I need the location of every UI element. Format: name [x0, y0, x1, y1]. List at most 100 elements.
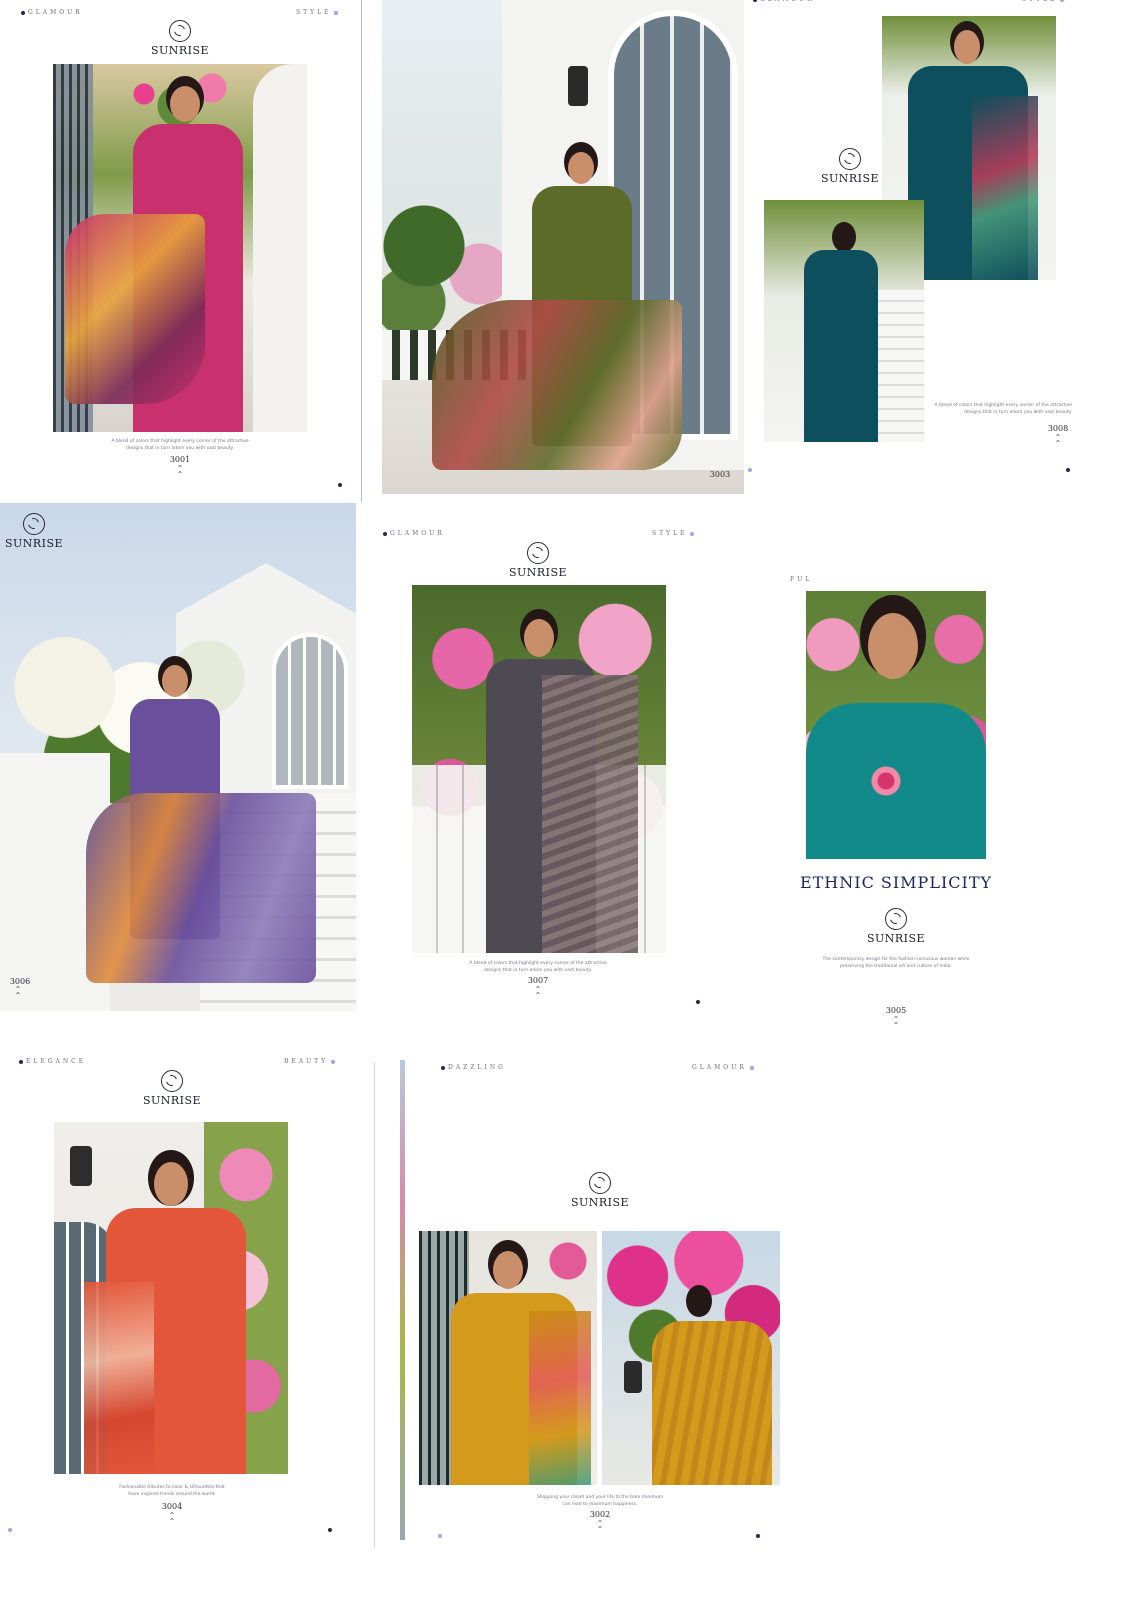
- product-caption: The contemporary design for the fashion …: [796, 956, 996, 970]
- double-chevron-up-icon: ⌃ ⌃: [892, 1015, 900, 1030]
- corner-dot: [756, 1534, 760, 1538]
- product-photo-3001[interactable]: [53, 64, 307, 432]
- double-chevron-up-icon: ⌃ ⌃: [168, 1511, 176, 1526]
- product-photo-3008-back[interactable]: [764, 200, 924, 442]
- sunrise-logo-icon: [589, 1172, 611, 1194]
- sunrise-logo: SUNRISE: [856, 908, 936, 945]
- sunrise-logo: SUNRISE: [140, 20, 220, 57]
- double-chevron-up-icon: ⌃ ⌃: [14, 985, 22, 1000]
- catalog-page-3007: GLAMOUR STYLE SUNRISE A blend of colors …: [380, 520, 720, 1020]
- tag-text: GLAMOUR: [760, 0, 815, 3]
- embroidery-motif: [866, 761, 906, 801]
- catalog-page-3008: GLAMOUR STYLE SUNRISE A blend of colors …: [746, 0, 1086, 494]
- bullet-dot: [331, 1059, 336, 1064]
- product-photo-3002-back[interactable]: [602, 1231, 780, 1485]
- tag-text: GLAMOUR: [390, 530, 445, 537]
- double-chevron-up-icon: ⌃ ⌃: [596, 1519, 604, 1534]
- product-photo-3005[interactable]: [806, 591, 986, 859]
- product-photo-3007[interactable]: [412, 585, 666, 953]
- product-photo-3003[interactable]: [382, 0, 744, 494]
- sunrise-logo-icon: [169, 20, 191, 42]
- dupatta: [65, 214, 205, 404]
- bullet-dot: [749, 1065, 754, 1070]
- sunrise-logo-icon: [161, 1070, 183, 1092]
- product-photo-3004[interactable]: [54, 1122, 288, 1474]
- caption-line: preserving the traditional art and cultu…: [840, 964, 952, 969]
- double-chevron-up-icon: ⌃ ⌃: [176, 464, 184, 479]
- dupatta: [972, 96, 1038, 280]
- tag-dazzling: DAZZLING: [438, 1064, 506, 1071]
- brand-name: SUNRISE: [150, 44, 210, 57]
- catalog-page-3003: 3003: [382, 0, 744, 494]
- model-outfit: [804, 250, 878, 442]
- dupatta: [432, 300, 682, 470]
- dupatta: [652, 1321, 772, 1485]
- tag-glamour: GLAMOUR: [692, 1064, 757, 1071]
- caption-line: Fashionable tributes to color & silhouet…: [119, 1485, 225, 1490]
- caption-line: The contemporary design for the fashion …: [822, 957, 970, 962]
- tag-glamour: GLAMOUR: [380, 530, 445, 537]
- sunrise-logo: SUNRISE: [0, 513, 74, 550]
- product-caption: Shopping your closet and your life to th…: [500, 1494, 700, 1508]
- tag-elegance: ELEGANCE: [16, 1058, 86, 1065]
- bullet-dot: [21, 10, 25, 15]
- catalog-page-3004: ELEGANCE BEAUTY SUNRISE Fashionable trib…: [0, 1050, 362, 1550]
- dupatta: [529, 1311, 591, 1485]
- bleed-strip: [400, 1060, 405, 1540]
- model-head: [568, 152, 594, 184]
- sunrise-logo: SUNRISE: [810, 148, 890, 185]
- corner-dot: [696, 1000, 700, 1004]
- tag-text: STYLE: [1022, 0, 1057, 3]
- caption-line: A blend of colors that highlight every c…: [111, 439, 249, 444]
- bullet-dot: [690, 531, 695, 536]
- model-head: [954, 30, 980, 64]
- product-photo-3002-front[interactable]: [419, 1231, 597, 1485]
- model-head: [170, 86, 200, 122]
- lamp: [568, 66, 588, 106]
- tag-text: DAZZLING: [448, 1064, 506, 1071]
- brand-name: SUNRISE: [4, 537, 64, 550]
- sunrise-logo: SUNRISE: [498, 542, 578, 579]
- arched-window: [272, 633, 348, 789]
- sunrise-logo: SUNRISE: [560, 1172, 640, 1209]
- ethnic-simplicity-title: ETHNIC SIMPLICITY: [799, 873, 993, 892]
- double-chevron-up-icon: ⌃ ⌃: [1054, 433, 1062, 448]
- catalog-page-3001: GLAMOUR STYLE SUNRISE A blend of colors …: [0, 0, 362, 502]
- caption-line: designs that in turn adorn you with vast…: [964, 410, 1072, 415]
- dupatta: [84, 1282, 154, 1474]
- catalog-page-3006: SUNRISE 3006 ⌃ ⌃: [0, 503, 356, 1011]
- bullet-dot: [1060, 0, 1065, 2]
- model-head: [686, 1285, 712, 1317]
- product-caption: A blend of colors that highlight every c…: [438, 960, 638, 974]
- caption-line: A blend of colors that highlight every c…: [934, 403, 1072, 408]
- brand-name: SUNRISE: [820, 172, 880, 185]
- bullet-dot: [383, 531, 387, 536]
- catalog-page-3002: DAZZLING GLAMOUR SUNRISE Shopping your c…: [400, 1060, 780, 1550]
- caption-line: A blend of colors that highlight every c…: [469, 961, 607, 966]
- tag-text: GLAMOUR: [692, 1064, 747, 1071]
- bougainvillea: [539, 1231, 597, 1291]
- tag-beauty: BEAUTY: [284, 1058, 338, 1065]
- product-code: 3003: [709, 470, 731, 479]
- tag-glamour: GLAMOUR: [750, 0, 815, 3]
- tag-text: STYLE: [652, 530, 688, 537]
- dupatta: [86, 793, 316, 983]
- corner-dot: [338, 483, 342, 487]
- tag-text: FUL: [790, 576, 813, 583]
- tag-ful: FUL: [790, 576, 812, 583]
- model-head: [832, 222, 856, 252]
- model-head: [524, 619, 554, 657]
- sunrise-logo-icon: [23, 513, 45, 535]
- sunrise-logo-icon: [527, 542, 549, 564]
- tag-text: ELEGANCE: [26, 1058, 87, 1065]
- product-photo-3006[interactable]: [0, 503, 356, 1011]
- caption-line: can lead to maximum happiness.: [562, 1502, 638, 1507]
- caption-line: designs that in turn adorn you with vast…: [484, 968, 592, 973]
- model-head: [493, 1251, 523, 1289]
- tag-text: STYLE: [296, 9, 332, 16]
- tag-style: STYLE: [652, 530, 697, 537]
- lamp: [70, 1146, 92, 1186]
- tag-text: BEAUTY: [284, 1058, 329, 1065]
- product-caption: Fashionable tributes to color & silhouet…: [72, 1484, 272, 1498]
- brand-name: SUNRISE: [142, 1094, 202, 1107]
